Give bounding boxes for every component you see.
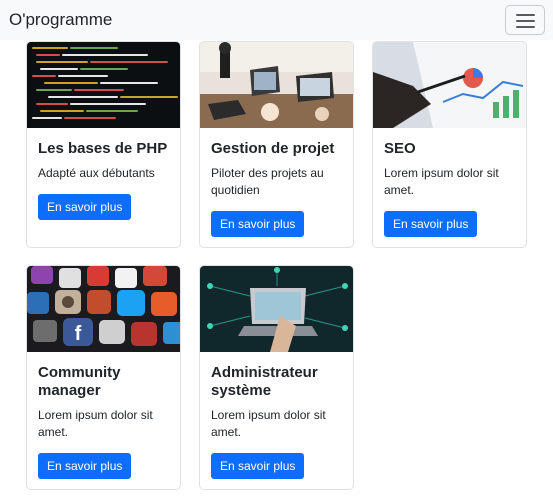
navbar-toggler-button[interactable] xyxy=(505,5,545,35)
navbar: O'programme xyxy=(0,0,553,40)
card-title: Administrateur système xyxy=(211,364,318,399)
card-title: SEO xyxy=(384,140,416,157)
card-title: Gestion de projet xyxy=(211,140,335,157)
card-text: Adapté aux débutants xyxy=(38,166,155,180)
card-title: Community manager xyxy=(38,364,121,399)
course-card: Les bases de PHP Adapté aux débutants En… xyxy=(26,41,181,248)
learn-more-button[interactable]: En savoir plus xyxy=(384,211,478,237)
hamburger-icon-bar xyxy=(516,20,535,22)
card-text: Lorem ipsum dolor sit amet. xyxy=(38,408,153,439)
learn-more-button[interactable]: En savoir plus xyxy=(211,211,305,237)
course-card: SEO Lorem ipsum dolor sit amet. En savoi… xyxy=(372,41,527,248)
network-laptop-image xyxy=(200,266,353,352)
card-title: Les bases de PHP xyxy=(38,140,168,157)
course-card: Gestion de projet Piloter des projets au… xyxy=(199,41,354,248)
analytics-tablet-image xyxy=(373,42,526,128)
course-card: Administrateur système Lorem ipsum dolor… xyxy=(199,265,354,490)
learn-more-button[interactable]: En savoir plus xyxy=(38,453,132,479)
card-text: Lorem ipsum dolor sit amet. xyxy=(384,166,499,197)
navbar-brand[interactable]: O'programme xyxy=(9,9,112,31)
learn-more-button[interactable]: En savoir plus xyxy=(38,194,132,220)
card-text: Lorem ipsum dolor sit amet. xyxy=(211,408,326,439)
svg-text:f: f xyxy=(75,323,82,345)
hamburger-icon-bar xyxy=(516,14,535,16)
php-code-image xyxy=(27,42,180,128)
meeting-laptops-image xyxy=(200,42,353,128)
hamburger-icon-bar xyxy=(516,26,535,28)
card-text: Piloter des projets au quotidien xyxy=(211,166,324,197)
course-card: f Community manager Lorem ipsum dolor si… xyxy=(26,265,181,490)
learn-more-button[interactable]: En savoir plus xyxy=(211,453,305,479)
social-apps-image: f xyxy=(27,266,180,352)
